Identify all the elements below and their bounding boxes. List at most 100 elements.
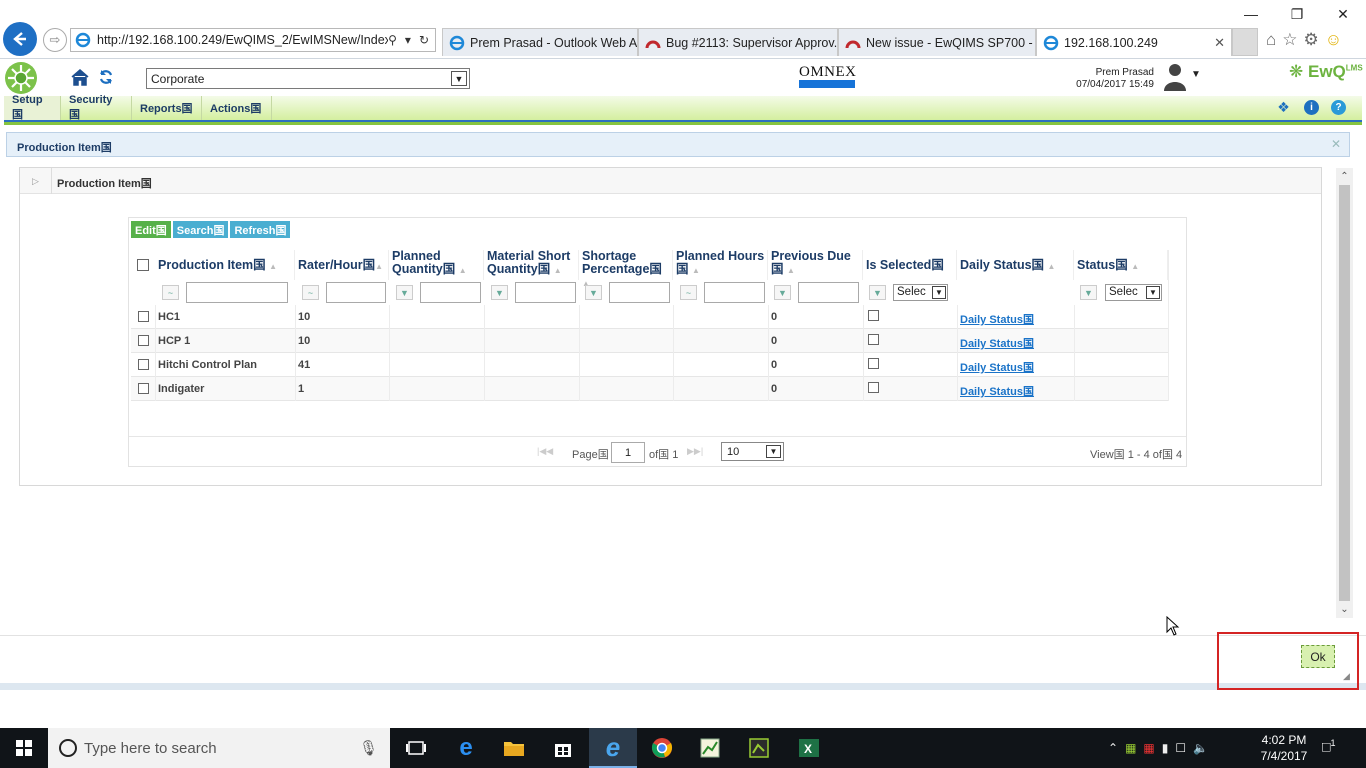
refresh-button[interactable]: Refresh国 (230, 221, 291, 238)
minimize-icon[interactable]: — (1228, 0, 1274, 28)
filter-funnel-icon[interactable]: ▼ (585, 285, 602, 300)
menu-security[interactable]: Security国 (61, 94, 132, 121)
filter-funnel-icon[interactable]: ▼ (396, 285, 413, 300)
close-icon[interactable]: ✕ (1331, 137, 1341, 151)
taskbar-search[interactable]: Type here to search 🎙 (48, 728, 390, 768)
user-avatar-icon[interactable] (1162, 61, 1188, 91)
dropdown-icon[interactable]: ▾ (405, 33, 411, 47)
start-button[interactable] (0, 728, 48, 768)
filter-shortage-input[interactable] (609, 282, 670, 303)
pin-icon[interactable]: ❖ (1276, 99, 1291, 115)
refresh-icon[interactable] (98, 69, 114, 85)
taskbar-chrome[interactable] (638, 728, 686, 768)
battery-icon[interactable]: ▮ (1162, 741, 1169, 755)
column-header-planned-quantity[interactable]: Planned Quantity国 ▲ (389, 250, 484, 280)
filter-funnel-icon[interactable]: ▼ (491, 285, 508, 300)
microphone-icon[interactable]: 🎙 (359, 739, 378, 757)
notifications-button[interactable]: □1 (1322, 738, 1335, 755)
network-icon[interactable]: ☐ (1175, 741, 1186, 755)
restore-icon[interactable]: ❐ (1274, 0, 1320, 28)
filter-material-short-input[interactable] (515, 282, 576, 303)
taskbar-app-chart[interactable] (686, 728, 734, 768)
scroll-up-icon[interactable]: ⌃ (1336, 168, 1353, 185)
tab-active[interactable]: 192.168.100.249 ✕ (1036, 28, 1232, 56)
column-header-rate-hour[interactable]: Rater/Hour国▲ (295, 250, 389, 280)
taskbar-internet-explorer[interactable]: e (589, 728, 637, 768)
taskbar-store[interactable] (539, 728, 587, 768)
daily-status-link[interactable]: Daily Status国 (960, 311, 1034, 327)
taskbar-app-tool[interactable] (735, 728, 783, 768)
back-button[interactable] (3, 22, 37, 56)
is-selected-checkbox[interactable] (868, 382, 879, 393)
filter-op-icon[interactable]: ~ (162, 285, 179, 300)
close-window-icon[interactable]: ✕ (1320, 0, 1366, 28)
table-row[interactable]: Indigater 1 0 Daily Status国 (131, 377, 1168, 401)
favorites-star-icon[interactable]: ☆ (1282, 30, 1297, 50)
table-row[interactable]: Hitchi Control Plan 41 0 Daily Status国 (131, 353, 1168, 377)
collapse-icon[interactable]: ▷ (20, 168, 52, 194)
address-bar[interactable]: http://192.168.100.249/EwQIMS_2/EwIMSNew… (70, 28, 436, 52)
column-header-shortage-percentage[interactable]: Shortage Percentage国 ▲ (579, 250, 673, 288)
user-menu-caret-icon[interactable]: ▼ (1191, 69, 1201, 80)
daily-status-link[interactable]: Daily Status国 (960, 335, 1034, 351)
filter-funnel-icon[interactable]: ▼ (1080, 285, 1097, 300)
edit-button[interactable]: Edit国 (131, 221, 171, 238)
new-tab-button[interactable] (1232, 28, 1258, 56)
scroll-thumb[interactable] (1339, 185, 1350, 601)
tab-bug[interactable]: Bug #2113: Supervisor Approv... (638, 28, 838, 56)
help-icon[interactable]: ? (1331, 100, 1346, 115)
last-page-icon[interactable]: ▶▶| (687, 446, 703, 457)
is-selected-checkbox[interactable] (868, 358, 879, 369)
filter-funnel-icon[interactable]: ▼ (774, 285, 791, 300)
close-tab-icon[interactable]: ✕ (1208, 35, 1225, 51)
page-size-select[interactable]: 10 ▼ (721, 442, 784, 461)
menu-setup[interactable]: Setup国 (4, 94, 61, 121)
filter-production-item-input[interactable] (186, 282, 288, 303)
tab-outlook[interactable]: Prem Prasad - Outlook Web A... (442, 28, 638, 56)
task-view-button[interactable] (392, 728, 440, 768)
table-row[interactable]: HC1 10 0 Daily Status国 (131, 305, 1168, 329)
select-all-checkbox[interactable] (137, 259, 149, 271)
filter-funnel-icon[interactable]: ▼ (869, 285, 886, 300)
menu-actions[interactable]: Actions国 (202, 96, 272, 120)
search-icon[interactable]: ⚲ (388, 33, 397, 47)
filter-is-selected-select[interactable]: Selec ▼ (893, 284, 948, 301)
volume-mute-icon[interactable]: 🔈 (1193, 741, 1208, 755)
taskbar-clock[interactable]: 4:02 PM 7/4/2017 (1254, 732, 1314, 764)
organization-select[interactable]: Corporate ▼ (146, 68, 470, 89)
filter-planned-hours-input[interactable] (704, 282, 765, 303)
vertical-scrollbar[interactable]: ⌃ ⌄ (1336, 168, 1353, 618)
ok-button[interactable]: Ok (1301, 645, 1335, 668)
home-icon[interactable]: ⌂ (1266, 30, 1276, 50)
tab-new-issue[interactable]: New issue - EwQIMS SP700 - ... (838, 28, 1036, 56)
daily-status-link[interactable]: Daily Status国 (960, 383, 1034, 399)
filter-previous-due-input[interactable] (798, 282, 859, 303)
column-header-status[interactable]: Status国 ▲ (1074, 250, 1168, 280)
reload-icon[interactable]: ↻ (419, 33, 429, 47)
column-header-daily-status[interactable]: Daily Status国 ▲ (957, 250, 1074, 280)
filter-rate-input[interactable] (326, 282, 386, 303)
page-number-input[interactable]: 1 (611, 442, 645, 463)
tray-app-icon[interactable]: ▦ (1125, 741, 1136, 755)
section-header[interactable]: ▷ Production Item国 (20, 168, 1321, 194)
table-row[interactable]: HCP 1 10 0 Daily Status国 (131, 329, 1168, 353)
tray-expand-icon[interactable]: ⌃ (1108, 741, 1118, 755)
taskbar-edge[interactable]: e (442, 728, 490, 768)
is-selected-checkbox[interactable] (868, 310, 879, 321)
taskbar-excel[interactable]: X (785, 728, 833, 768)
taskbar-file-explorer[interactable] (490, 728, 538, 768)
filter-planned-qty-input[interactable] (420, 282, 481, 303)
tray-security-icon[interactable]: ▦ (1143, 741, 1154, 755)
row-checkbox[interactable] (138, 383, 149, 394)
gear-icon[interactable]: ⚙ (1304, 30, 1319, 50)
scroll-down-icon[interactable]: ⌄ (1336, 601, 1353, 618)
column-header-is-selected[interactable]: Is Selected国 (863, 250, 957, 280)
column-header-production-item[interactable]: Production Item国 ▲ (155, 250, 295, 280)
row-checkbox[interactable] (138, 311, 149, 322)
daily-status-link[interactable]: Daily Status国 (960, 359, 1034, 375)
is-selected-checkbox[interactable] (868, 334, 879, 345)
url-text[interactable]: http://192.168.100.249/EwQIMS_2/EwIMSNew… (97, 33, 388, 47)
smiley-icon[interactable]: ☺ (1325, 30, 1342, 50)
info-icon[interactable]: i (1304, 100, 1319, 115)
column-header-planned-hours[interactable]: Planned Hours 国 ▲ (673, 250, 768, 280)
